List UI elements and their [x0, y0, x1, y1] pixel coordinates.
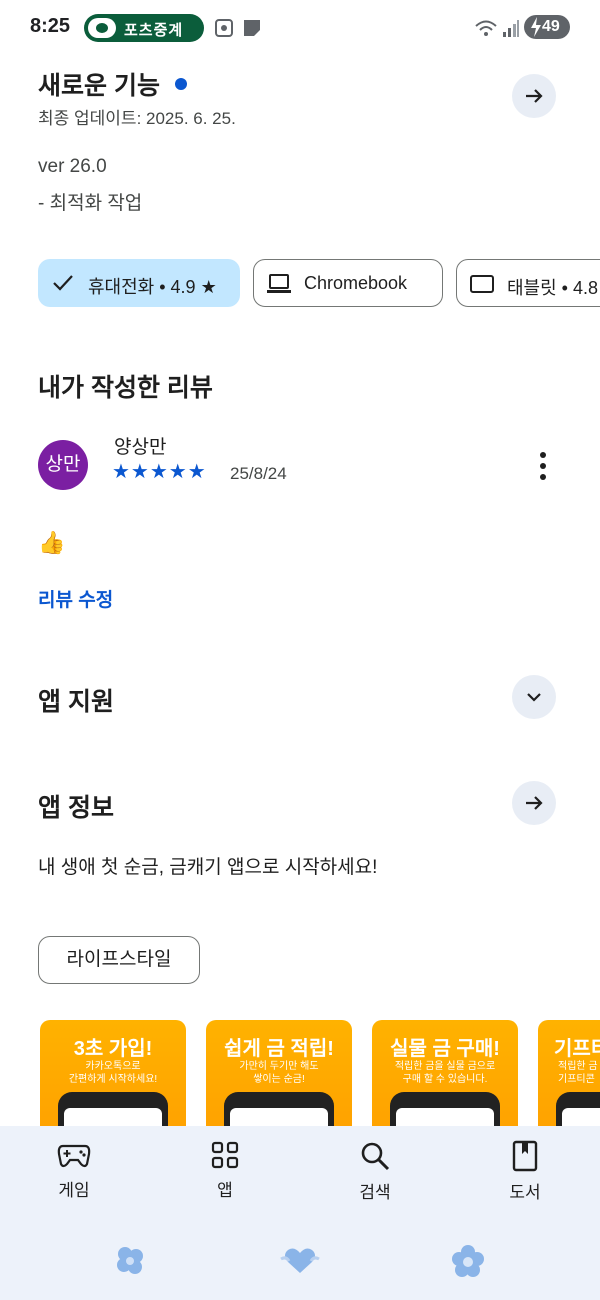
battery-level: 49	[542, 18, 560, 35]
screenshot-title: 쉽게 금 적립!	[224, 1038, 334, 1060]
battery-indicator: 49	[524, 15, 570, 39]
tablet-icon	[470, 275, 494, 293]
review-content: 👍	[38, 530, 66, 555]
app-notification-icon	[88, 18, 116, 38]
nav-search[interactable]: 검색	[325, 1140, 425, 1203]
chevron-down-icon	[527, 693, 541, 702]
release-note: - 최적화 작업	[38, 193, 143, 214]
nav-apps[interactable]: 앱	[175, 1140, 275, 1201]
note-icon	[244, 20, 260, 36]
laptop-icon	[267, 274, 291, 293]
heart-icon[interactable]	[280, 1243, 320, 1279]
book-icon	[512, 1140, 538, 1172]
app-support-title: 앱 지원	[38, 688, 114, 716]
check-icon	[53, 275, 73, 291]
screenshot-caption: 카카오톡으로 간편하게 시작하세요!	[68, 1061, 158, 1085]
chip-tablet-label: 태블릿 • 4.8	[507, 278, 599, 298]
app-info-title: 앱 정보	[38, 794, 114, 822]
notification-pill[interactable]: 포츠중계	[84, 14, 204, 42]
nav-books[interactable]: 도서	[475, 1140, 575, 1203]
charging-icon	[531, 17, 541, 37]
chip-chromebook-label: Chromebook	[304, 273, 408, 293]
status-time: 8:25	[30, 15, 71, 37]
my-review-heading: 내가 작성한 리뷰	[38, 374, 213, 402]
more-vert-icon[interactable]	[530, 450, 556, 482]
arrow-right-icon	[526, 89, 543, 103]
arrow-right-icon	[526, 796, 543, 810]
whats-new-title: 새로운 기능	[38, 66, 187, 102]
last-updated: 최종 업데이트: 2025. 6. 25.	[38, 109, 236, 128]
app-description: 내 생애 첫 순금, 금캐기 앱으로 시작하세요!	[38, 857, 378, 878]
screenshot-caption: 적립한 금을 실물 금으로 구매 할 수 있습니다.	[394, 1061, 496, 1085]
review-date: 25/8/24	[230, 464, 287, 483]
chip-chromebook[interactable]: Chromebook	[253, 259, 443, 307]
whats-new-arrow-button[interactable]	[512, 74, 556, 118]
nav-search-label: 검색	[359, 1183, 391, 1202]
nav-games[interactable]: 게임	[24, 1140, 124, 1201]
screenshot-caption: 가만히 두기만 해도 쌓이는 순금!	[239, 1061, 319, 1085]
apps-grid-icon	[211, 1141, 239, 1169]
gamepad-icon	[57, 1144, 91, 1168]
screenshot-title: 3초 가입!	[73, 1038, 153, 1060]
clover-icon[interactable]	[112, 1243, 148, 1279]
screenshot-title: 실물 금 구매!	[390, 1038, 500, 1060]
notification-pill-label: 포츠중계	[124, 22, 184, 39]
status-bar: 8:25 포츠중계 49	[0, 0, 600, 56]
version-text: ver 26.0	[38, 156, 107, 177]
wifi-icon	[475, 20, 497, 36]
screenshot-icon	[215, 19, 233, 37]
new-indicator-dot	[174, 78, 187, 90]
chip-phone-label: 휴대전화 • 4.9 ★	[88, 277, 217, 297]
review-author: 양상만	[114, 437, 167, 458]
app-support-expand-button[interactable]	[512, 675, 556, 719]
app-info-arrow-button[interactable]	[512, 781, 556, 825]
edit-review-link[interactable]: 리뷰 수정	[38, 585, 113, 612]
nav-games-label: 게임	[58, 1181, 90, 1200]
nav-books-label: 도서	[509, 1183, 541, 1202]
signal-icon	[503, 20, 519, 37]
screenshot-title: 기프티	[554, 1038, 600, 1060]
chip-phone[interactable]: 휴대전화 • 4.9 ★	[38, 259, 240, 307]
screenshot-caption: 적립한 금 기프티콘	[558, 1061, 598, 1085]
category-chip[interactable]: 라이프스타일	[38, 936, 200, 984]
flower-icon[interactable]	[450, 1243, 486, 1279]
avatar: 상만	[38, 440, 88, 490]
search-icon	[361, 1142, 390, 1171]
chip-tablet[interactable]: 태블릿 • 4.8	[456, 259, 600, 307]
nav-apps-label: 앱	[217, 1181, 233, 1200]
review-stars: ★★★★★	[112, 461, 207, 483]
